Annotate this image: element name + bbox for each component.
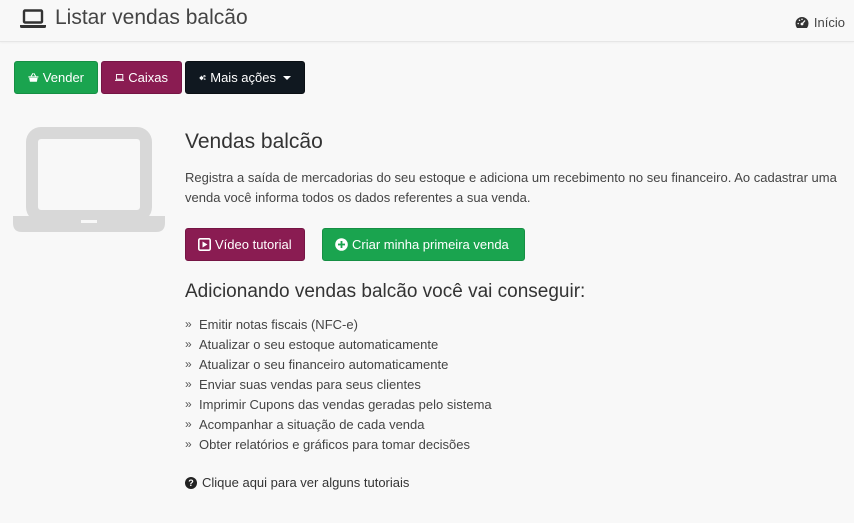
list-item-label: Obter relatórios e gráficos para tomar d… <box>199 436 470 452</box>
plus-circle-icon <box>335 238 348 251</box>
list-item: » Atualizar o seu estoque automaticamente <box>185 334 845 354</box>
cash-button-label: Caixas <box>128 70 168 85</box>
list-item: » Atualizar o seu financeiro automaticame… <box>185 354 845 374</box>
sell-button[interactable]: Vender <box>14 61 98 94</box>
sell-button-label: Vender <box>42 70 84 85</box>
video-tutorial-label: Vídeo tutorial <box>215 237 292 252</box>
tutorials-link[interactable]: ? Clique aqui para ver alguns tutoriais <box>185 475 845 490</box>
list-item-label: Enviar suas vendas para seus clientes <box>199 376 421 392</box>
double-chevron-right-icon: » <box>185 397 192 411</box>
benefits-title: Adicionando vendas balcão você vai conse… <box>185 281 586 302</box>
main-content: Vendas balcão Registra a saída de mercad… <box>185 130 845 490</box>
dashboard-icon <box>795 17 809 28</box>
question-circle-icon: ? <box>185 476 197 489</box>
home-label: Início <box>813 15 845 30</box>
laptop-icon <box>20 9 46 28</box>
list-item: » Acompanhar a situação de cada venda <box>185 414 845 434</box>
benefits-list: » Emitir notas fiscais (NFC-e) » Atualizar… <box>185 314 845 454</box>
double-chevron-right-icon: » <box>185 337 192 351</box>
cash-button[interactable]: Caixas <box>101 61 182 94</box>
double-chevron-right-icon: » <box>185 317 192 331</box>
list-item-label: Emitir notas fiscais (NFC-e) <box>199 316 358 332</box>
tutorials-link-label: Clique aqui para ver alguns tutoriais <box>202 475 410 490</box>
laptop-illustration <box>13 127 165 232</box>
cta-actions: Vídeo tutorial Criar minha primeira vend… <box>185 228 845 261</box>
home-link[interactable]: Início <box>795 15 845 30</box>
list-item: » Emitir notas fiscais (NFC-e) <box>185 314 845 334</box>
basket-icon <box>28 72 39 82</box>
page-title: Listar vendas balcão <box>55 6 248 29</box>
double-chevron-right-icon: » <box>185 377 192 391</box>
create-first-sale-button[interactable]: Criar minha primeira venda <box>322 228 525 261</box>
double-chevron-right-icon: » <box>185 357 192 371</box>
video-tutorial-button[interactable]: Vídeo tutorial <box>185 228 305 261</box>
gears-icon <box>199 75 206 81</box>
page-header: Listar vendas balcão Início <box>0 0 854 42</box>
list-item-label: Acompanhar a situação de cada venda <box>199 416 425 432</box>
list-item: » Imprimir Cupons das vendas geradas pelo… <box>185 394 845 414</box>
more-actions-label: Mais ações <box>210 70 276 85</box>
more-actions-button[interactable]: Mais ações <box>185 61 305 94</box>
list-item: » Obter relatórios e gráficos para tomar … <box>185 434 845 454</box>
caret-down-icon <box>283 75 291 80</box>
create-first-sale-label: Criar minha primeira venda <box>352 237 509 252</box>
section-description: Registra a saída de mercadorias do seu e… <box>185 170 837 205</box>
list-item-label: Imprimir Cupons das vendas geradas pelo … <box>199 396 492 412</box>
toolbar: Vender Caixas Mais ações <box>14 61 305 94</box>
list-item-label: Atualizar o seu estoque automaticamente <box>199 336 439 352</box>
double-chevron-right-icon: » <box>185 417 192 431</box>
list-item-label: Atualizar o seu financeiro automaticamen… <box>199 356 449 372</box>
list-item: » Enviar suas vendas para seus clientes <box>185 374 845 394</box>
play-square-icon <box>198 238 211 251</box>
laptop-icon <box>115 74 125 81</box>
double-chevron-right-icon: » <box>185 437 192 451</box>
section-title: Vendas balcão <box>185 130 323 153</box>
